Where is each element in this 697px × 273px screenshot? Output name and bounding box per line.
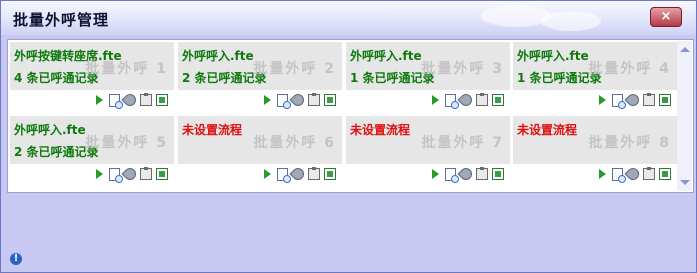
task-grid-panel: 外呼按键转座席.fte 4 条已呼通记录 批量外呼 1 外呼呼入.fte 2 条… <box>7 39 694 193</box>
task-card[interactable]: 外呼呼入.fte 2 条已呼通记录 批量外呼 5 <box>10 116 174 164</box>
export-icon[interactable] <box>324 168 336 180</box>
clipboard-icon[interactable] <box>476 167 488 180</box>
play-icon[interactable] <box>96 95 103 105</box>
close-button[interactable]: × <box>650 7 682 27</box>
play-icon[interactable] <box>432 169 439 179</box>
cloud-decoration <box>541 11 601 31</box>
preview-icon[interactable] <box>109 93 123 109</box>
task-cell[interactable]: 未设置流程 批量外呼 6 <box>178 116 342 184</box>
task-flow-name: 外呼呼入.fte <box>14 123 86 137</box>
clipboard-icon[interactable] <box>308 93 320 106</box>
window-title: 批量外呼管理 <box>13 11 110 29</box>
task-cell[interactable]: 外呼按键转座席.fte 4 条已呼通记录 批量外呼 1 <box>10 42 174 110</box>
task-toolbar <box>264 91 336 109</box>
task-watermark: 批量外呼 1 <box>85 61 168 77</box>
settings-icon[interactable] <box>624 165 642 183</box>
task-cell[interactable]: 外呼呼入.fte 2 条已呼通记录 批量外呼 5 <box>10 116 174 184</box>
task-card[interactable]: 未设置流程 批量外呼 7 <box>346 116 510 164</box>
task-watermark: 批量外呼 7 <box>421 135 504 151</box>
task-flow-name: 未设置流程 <box>517 123 578 137</box>
clipboard-icon[interactable] <box>308 167 320 180</box>
export-icon[interactable] <box>659 168 671 180</box>
export-icon[interactable] <box>156 168 168 180</box>
task-toolbar <box>599 165 671 183</box>
task-card[interactable]: 外呼呼入.fte 2 条已呼通记录 批量外呼 2 <box>178 42 342 90</box>
task-toolbar <box>96 91 168 109</box>
task-watermark: 批量外呼 8 <box>588 135 671 151</box>
settings-icon[interactable] <box>121 165 139 183</box>
preview-icon[interactable] <box>277 167 291 183</box>
export-icon[interactable] <box>659 94 671 106</box>
task-cell[interactable]: 未设置流程 批量外呼 7 <box>346 116 510 184</box>
task-card[interactable]: 未设置流程 批量外呼 8 <box>513 116 677 164</box>
preview-icon[interactable] <box>277 93 291 109</box>
preview-icon[interactable] <box>445 93 459 109</box>
cloud-decoration <box>481 5 551 27</box>
scroll-up-icon[interactable] <box>680 47 690 52</box>
task-flow-name: 未设置流程 <box>350 123 411 137</box>
play-icon[interactable] <box>264 169 271 179</box>
preview-icon[interactable] <box>445 167 459 183</box>
task-watermark: 批量外呼 2 <box>253 61 336 77</box>
task-flow-name: 未设置流程 <box>182 123 243 137</box>
clipboard-icon[interactable] <box>476 93 488 106</box>
task-cell[interactable]: 外呼呼入.fte 1 条已呼通记录 批量外呼 4 <box>513 42 677 110</box>
vertical-scrollbar[interactable] <box>677 41 692 191</box>
task-toolbar <box>599 91 671 109</box>
task-card[interactable]: 未设置流程 批量外呼 6 <box>178 116 342 164</box>
task-toolbar <box>432 91 504 109</box>
title-bar[interactable]: 批量外呼管理 × <box>1 1 696 35</box>
export-icon[interactable] <box>156 94 168 106</box>
settings-icon[interactable] <box>289 91 307 109</box>
task-watermark: 批量外呼 3 <box>421 61 504 77</box>
task-flow-name: 外呼呼入.fte <box>350 49 422 63</box>
settings-icon[interactable] <box>121 91 139 109</box>
task-flow-name: 外呼呼入.fte <box>182 49 254 63</box>
settings-icon[interactable] <box>624 91 642 109</box>
task-toolbar <box>96 165 168 183</box>
task-card[interactable]: 外呼按键转座席.fte 4 条已呼通记录 批量外呼 1 <box>10 42 174 90</box>
settings-icon[interactable] <box>457 91 475 109</box>
task-toolbar <box>432 165 504 183</box>
settings-icon[interactable] <box>457 165 475 183</box>
play-icon[interactable] <box>264 95 271 105</box>
preview-icon[interactable] <box>612 93 626 109</box>
clipboard-icon[interactable] <box>643 167 655 180</box>
task-cell[interactable]: 未设置流程 批量外呼 8 <box>513 116 677 184</box>
play-icon[interactable] <box>96 169 103 179</box>
clipboard-icon[interactable] <box>643 93 655 106</box>
task-watermark: 批量外呼 6 <box>253 135 336 151</box>
batch-outbound-window: 批量外呼管理 × 外呼按键转座席.fte 4 条已呼通记录 批量外呼 1 外呼呼… <box>0 0 697 273</box>
task-card[interactable]: 外呼呼入.fte 1 条已呼通记录 批量外呼 3 <box>346 42 510 90</box>
settings-icon[interactable] <box>289 165 307 183</box>
export-icon[interactable] <box>324 94 336 106</box>
preview-icon[interactable] <box>612 167 626 183</box>
task-toolbar <box>264 165 336 183</box>
clipboard-icon[interactable] <box>140 93 152 106</box>
preview-icon[interactable] <box>109 167 123 183</box>
task-card[interactable]: 外呼呼入.fte 1 条已呼通记录 批量外呼 4 <box>513 42 677 90</box>
play-icon[interactable] <box>599 169 606 179</box>
task-watermark: 批量外呼 5 <box>85 135 168 151</box>
info-icon[interactable]: ! <box>10 253 22 265</box>
clipboard-icon[interactable] <box>140 167 152 180</box>
task-flow-name: 外呼呼入.fte <box>517 49 589 63</box>
task-cell[interactable]: 外呼呼入.fte 2 条已呼通记录 批量外呼 2 <box>178 42 342 110</box>
play-icon[interactable] <box>599 95 606 105</box>
play-icon[interactable] <box>432 95 439 105</box>
export-icon[interactable] <box>492 168 504 180</box>
scroll-down-icon[interactable] <box>680 180 690 185</box>
task-cell[interactable]: 外呼呼入.fte 1 条已呼通记录 批量外呼 3 <box>346 42 510 110</box>
export-icon[interactable] <box>492 94 504 106</box>
task-watermark: 批量外呼 4 <box>588 61 671 77</box>
